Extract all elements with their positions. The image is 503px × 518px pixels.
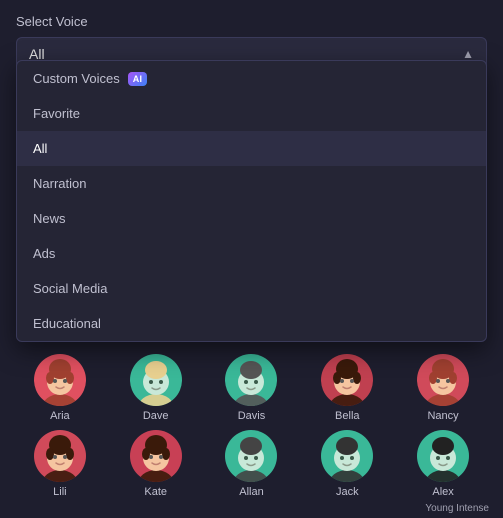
voice-name-aria: Aria — [50, 410, 70, 422]
voice-name-jack: Jack — [336, 486, 359, 498]
voice-item-bella[interactable]: Bella — [311, 354, 383, 422]
dropdown-item-ads[interactable]: Ads — [17, 236, 486, 271]
voice-item-lili[interactable]: Lili — [24, 430, 96, 498]
dropdown-item-label: All — [33, 141, 47, 156]
dropdown-item-label: News — [33, 211, 66, 226]
page-container: Select Voice All ▲ Custom Voices AI Favori… — [0, 0, 503, 518]
voice-item-nancy[interactable]: Nancy — [407, 354, 479, 422]
voice-name-allan: Allan — [239, 486, 263, 498]
avatar-allan — [225, 430, 277, 482]
voice-item-alex[interactable]: Alex — [407, 430, 479, 498]
ai-badge: AI — [128, 72, 148, 86]
dropdown-item-favorite[interactable]: Favorite — [17, 96, 486, 131]
avatar-davis — [225, 354, 277, 406]
voice-row-2: Lili Kate Allan Jack — [12, 430, 491, 498]
chevron-up-icon: ▲ — [462, 47, 474, 61]
voice-name-lili: Lili — [53, 486, 66, 498]
voice-item-kate[interactable]: Kate — [120, 430, 192, 498]
dropdown-item-custom-voices[interactable]: Custom Voices AI — [17, 61, 486, 96]
dropdown-item-label: Favorite — [33, 106, 80, 121]
dropdown-item-label: Educational — [33, 316, 101, 331]
avatar-jack — [321, 430, 373, 482]
voice-name-nancy: Nancy — [427, 410, 458, 422]
select-voice-label: Select Voice — [0, 0, 503, 37]
dropdown-item-educational[interactable]: Educational — [17, 306, 486, 341]
voice-item-aria[interactable]: Aria — [24, 354, 96, 422]
dropdown-item-news[interactable]: News — [17, 201, 486, 236]
avatar-bella — [321, 354, 373, 406]
dropdown-item-narration[interactable]: Narration — [17, 166, 486, 201]
avatar-kate — [130, 430, 182, 482]
dropdown-item-label: Social Media — [33, 281, 107, 296]
voice-dropdown-menu: Custom Voices AI Favorite All Narration News A… — [16, 60, 487, 342]
dropdown-item-all[interactable]: All — [17, 131, 486, 166]
voice-name-dave: Dave — [143, 410, 169, 422]
voice-item-allan[interactable]: Allan — [215, 430, 287, 498]
voice-name-davis: Davis — [238, 410, 266, 422]
avatar-lili — [34, 430, 86, 482]
voice-item-jack[interactable]: Jack — [311, 430, 383, 498]
dropdown-item-label: Narration — [33, 176, 86, 191]
avatar-aria — [34, 354, 86, 406]
voice-name-kate: Kate — [144, 486, 167, 498]
voice-row-1: Aria Dave Davis Bella — [12, 354, 491, 422]
avatar-alex — [417, 430, 469, 482]
dropdown-item-social-media[interactable]: Social Media — [17, 271, 486, 306]
avatar-nancy — [417, 354, 469, 406]
voice-item-davis[interactable]: Davis — [215, 354, 287, 422]
voice-item-dave[interactable]: Dave — [120, 354, 192, 422]
voice-name-alex: Alex — [432, 486, 453, 498]
avatar-dave — [130, 354, 182, 406]
status-text: Young Intense — [425, 503, 489, 514]
dropdown-item-label: Ads — [33, 246, 55, 261]
dropdown-item-label: Custom Voices — [33, 71, 120, 86]
voice-grid: Aria Dave Davis Bella — [0, 346, 503, 518]
voice-name-bella: Bella — [335, 410, 359, 422]
